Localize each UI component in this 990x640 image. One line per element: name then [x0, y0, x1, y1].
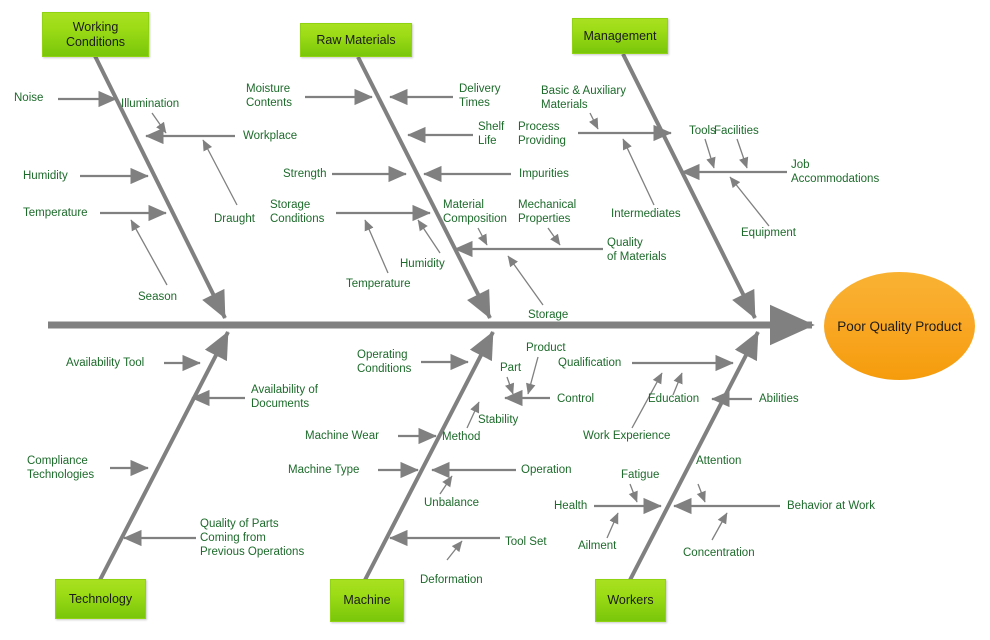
subbone-draught — [202, 139, 238, 206]
subbone-concentration — [711, 512, 728, 541]
subbone-mechanical-properties — [547, 227, 561, 246]
cause-label-facilities: Facilities — [714, 125, 759, 137]
cause-label-control: Control — [557, 393, 595, 405]
cause-label-equipment: Equipment — [741, 227, 796, 239]
cause-label-concentration: Concentration — [683, 547, 755, 559]
cause-label-moisture-contents: Moisture Contents — [246, 83, 293, 109]
category-box-workers[interactable]: Workers — [595, 579, 666, 622]
subbone-unbalance — [439, 475, 453, 495]
cause-label-availability-tool: Availability Tool — [66, 357, 145, 369]
cause-label-deformation: Deformation — [420, 574, 483, 586]
cause-label-method: Method — [442, 431, 481, 443]
subbone-facilities — [736, 138, 749, 169]
cause-label-attention: Attention — [696, 455, 742, 467]
effect-oval-poor-quality-product[interactable]: Poor Quality Product — [824, 272, 975, 380]
cause-label-humidity-working-conditions: Humidity — [23, 170, 68, 182]
cause-label-quality-of-materials: Quality of Materials — [607, 237, 667, 263]
subbone-basic-auxiliary-materials — [589, 112, 599, 130]
cause-label-tool-set: Tool Set — [505, 536, 547, 548]
category-box-raw-materials[interactable]: Raw Materials — [300, 23, 412, 57]
subbone-intermediates — [622, 138, 655, 206]
cause-label-humidity-raw-materials: Humidity — [400, 258, 445, 270]
category-box-technology[interactable]: Technology — [55, 579, 146, 619]
cause-label-illumination: Illumination — [121, 98, 180, 110]
subbone-temperature-rm — [364, 219, 389, 274]
cause-label-delivery-times: Delivery Times — [459, 83, 501, 109]
bone-working-conditions — [93, 55, 227, 319]
category-box-working-conditions[interactable]: Working Conditions — [42, 12, 149, 57]
cause-label-abilities: Abilities — [759, 393, 799, 405]
cause-label-storage: Storage — [528, 309, 569, 321]
cause-label-job-accommodations: Job Accommodations — [791, 159, 880, 185]
cause-label-mechanical-properties: Mechanical Properties — [518, 199, 577, 225]
cause-label-basic-auxiliary-materials: Basic & Auxiliary Materials — [541, 85, 627, 111]
cause-label-education: Education — [648, 393, 700, 405]
cause-label-storage-conditions: Storage Conditions — [270, 199, 325, 225]
bone-management — [621, 53, 757, 319]
subbone-equipment — [729, 176, 770, 227]
cause-label-behavior-at-work: Behavior at Work — [787, 500, 875, 512]
cause-label-machine-type: Machine Type — [288, 464, 360, 476]
cause-label-quality-of-parts: Quality of Parts Coming from Previous Op… — [200, 518, 305, 558]
cause-label-stability: Stability — [478, 414, 519, 426]
cause-label-process-providing: Process Providing — [518, 121, 566, 147]
subbone-tools — [704, 138, 716, 169]
cause-label-intermediates: Intermediates — [611, 208, 681, 220]
cause-label-noise: Noise — [14, 92, 44, 104]
cause-label-season: Season — [138, 291, 178, 303]
cause-label-temperature-raw-materials: Temperature — [346, 278, 411, 290]
subbone-deformation — [446, 540, 463, 561]
subbone-part — [505, 376, 515, 395]
category-box-machine[interactable]: Machine — [330, 579, 404, 622]
subbone-attention — [696, 483, 706, 503]
cause-label-work-experience: Work Experience — [583, 430, 671, 442]
cause-label-strength: Strength — [283, 168, 327, 180]
subbone-material-composition — [477, 227, 488, 246]
subbone-illumination — [151, 112, 167, 134]
cause-label-material-composition: Material Composition — [443, 199, 507, 225]
cause-label-operating-conditions: Operating Conditions — [357, 349, 412, 375]
category-box-management[interactable]: Management — [572, 18, 668, 54]
subbone-humidity-rm — [417, 219, 441, 254]
cause-label-product: Product — [526, 342, 566, 354]
cause-label-shelf-life: Shelf Life — [478, 121, 505, 147]
cause-label-operation: Operation — [521, 464, 572, 476]
cause-label-unbalance: Unbalance — [424, 497, 479, 509]
subbone-season — [130, 219, 168, 286]
cause-label-impurities: Impurities — [519, 168, 569, 180]
cause-label-compliance-technologies: Compliance Technologies — [27, 455, 95, 481]
cause-label-workplace: Workplace — [243, 130, 298, 142]
cause-label-qualification: Qualification — [558, 357, 622, 369]
fishbone-diagram-canvas: Working Conditions Raw Materials Managem… — [0, 0, 990, 640]
cause-label-machine-wear: Machine Wear — [305, 430, 379, 442]
cause-label-availability-of-documents: Availability of Documents — [251, 384, 318, 410]
cause-label-fatigue: Fatigue — [621, 469, 660, 481]
cause-label-ailment: Ailment — [578, 540, 617, 552]
cause-label-temperature-working-conditions: Temperature — [23, 207, 88, 219]
subbone-fatigue — [628, 483, 638, 503]
subbone-ailment — [606, 512, 619, 539]
cause-label-health: Health — [554, 500, 588, 512]
cause-label-part: Part — [500, 362, 522, 374]
subbone-storage — [507, 255, 544, 306]
cause-label-draught: Draught — [214, 213, 255, 225]
